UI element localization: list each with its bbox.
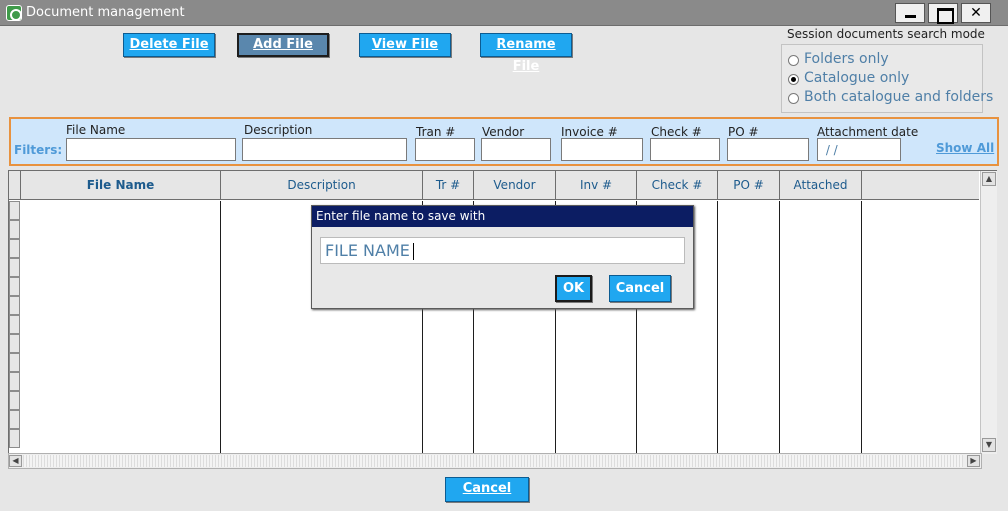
app-icon: [6, 5, 22, 21]
text-caret: [412, 243, 414, 260]
column-header-po[interactable]: PO #: [718, 171, 780, 200]
column-divider: [220, 201, 221, 454]
row-selector[interactable]: [9, 220, 20, 239]
rename-file-button[interactable]: Rename File: [480, 33, 572, 74]
column-header-vendor[interactable]: Vendor: [474, 171, 556, 200]
filter-tran-input[interactable]: [415, 138, 475, 161]
show-all-link[interactable]: Show All: [936, 141, 994, 155]
file-name-dialog: Enter file name to save with FILE NAME O…: [311, 205, 694, 309]
radio-label: Folders only: [804, 51, 889, 67]
column-header-attached[interactable]: Attached: [780, 171, 862, 200]
title-bar: Document management ✕: [0, 0, 1008, 26]
vertical-scrollbar[interactable]: ▲ ▼: [980, 171, 997, 454]
filter-vendor-input[interactable]: [481, 138, 551, 161]
search-mode-title: Session documents search mode: [787, 27, 985, 41]
filter-label-file-name: File Name: [66, 123, 126, 137]
filter-check-input[interactable]: [650, 138, 720, 161]
grid-header: File Name Description Tr # Vendor Inv # …: [9, 171, 979, 200]
row-selector[interactable]: [9, 258, 20, 277]
filter-label-description: Description: [244, 123, 313, 137]
column-header-tr[interactable]: Tr #: [423, 171, 474, 200]
filter-file-name-input[interactable]: [66, 138, 236, 161]
add-file-button[interactable]: Add File: [237, 33, 329, 57]
row-selector[interactable]: [9, 239, 20, 258]
column-divider: [779, 201, 780, 454]
scroll-up-icon[interactable]: ▲: [982, 172, 996, 186]
column-header-inv[interactable]: Inv #: [556, 171, 637, 200]
column-header-description[interactable]: Description: [221, 171, 423, 200]
row-selector[interactable]: [9, 334, 20, 353]
filter-po-input[interactable]: [727, 138, 809, 161]
row-selector[interactable]: [9, 315, 20, 334]
minimize-button[interactable]: [895, 3, 925, 23]
filter-label-attachment-date: Attachment date: [817, 125, 919, 139]
radio-button[interactable]: [788, 93, 799, 104]
scroll-down-icon[interactable]: ▼: [982, 438, 996, 452]
row-selector-header: [9, 171, 21, 200]
horizontal-scrollbar[interactable]: ◀ ▶: [8, 453, 982, 469]
window-title: Document management: [26, 5, 185, 20]
maximize-button[interactable]: [928, 3, 958, 24]
filter-label-vendor: Vendor: [482, 125, 525, 139]
column-divider: [717, 201, 718, 454]
close-button[interactable]: ✕: [961, 3, 991, 23]
filters-panel: Filters: File Name Description Tran # Ve…: [9, 117, 999, 166]
row-selector[interactable]: [9, 353, 20, 372]
radio-label: Both catalogue and folders: [804, 89, 994, 105]
scroll-left-icon[interactable]: ◀: [9, 455, 22, 467]
filters-label: Filters:: [14, 143, 63, 157]
filter-label-check: Check #: [651, 125, 702, 139]
scroll-right-icon[interactable]: ▶: [967, 455, 980, 467]
cancel-button[interactable]: Cancel: [445, 477, 529, 502]
file-name-input-value: FILE NAME: [325, 241, 410, 260]
radio-button[interactable]: [788, 55, 799, 66]
delete-file-button[interactable]: Delete File: [123, 33, 215, 57]
row-selector[interactable]: [9, 201, 20, 220]
filter-label-po: PO #: [728, 125, 759, 139]
radio-button[interactable]: [788, 74, 799, 85]
filter-attachment-date-input[interactable]: [817, 138, 901, 161]
dialog-cancel-button[interactable]: Cancel: [609, 275, 671, 302]
row-selector[interactable]: [9, 277, 20, 296]
search-mode-group: Folders only Catalogue only Both catalog…: [781, 44, 993, 113]
column-header-check[interactable]: Check #: [637, 171, 718, 200]
row-selector[interactable]: [9, 391, 20, 410]
scroll-thumb[interactable]: [23, 455, 963, 467]
filter-label-tran: Tran #: [416, 125, 456, 139]
filter-label-invoice: Invoice #: [561, 125, 618, 139]
filter-invoice-input[interactable]: [561, 138, 643, 161]
dialog-title: Enter file name to save with: [312, 206, 693, 227]
row-selector[interactable]: [9, 410, 20, 429]
column-header-file-name[interactable]: File Name: [21, 171, 221, 200]
row-selector[interactable]: [9, 429, 20, 448]
radio-label: Catalogue only: [804, 70, 910, 86]
row-selector[interactable]: [9, 372, 20, 391]
ok-button[interactable]: OK: [555, 275, 592, 302]
file-name-input[interactable]: FILE NAME: [320, 237, 685, 264]
row-selector[interactable]: [9, 296, 20, 315]
filter-description-input[interactable]: [242, 138, 407, 161]
column-divider: [861, 201, 862, 454]
view-file-button[interactable]: View File: [359, 33, 451, 57]
